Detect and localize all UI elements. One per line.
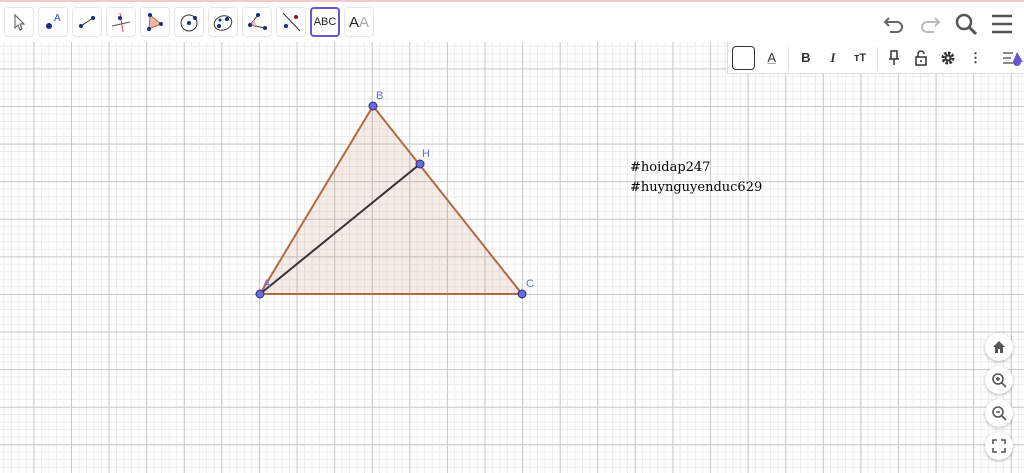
- cursor-icon: [14, 13, 26, 31]
- text-tool[interactable]: ABC: [310, 7, 340, 37]
- perpendicular-tool[interactable]: [106, 7, 136, 37]
- menu-icon[interactable]: [990, 13, 1014, 35]
- algebra-view-icon: [1003, 51, 1024, 66]
- point-a[interactable]: [255, 289, 265, 299]
- home-icon: [993, 341, 1005, 353]
- triangle-abc[interactable]: [258, 104, 525, 295]
- divider: [876, 46, 878, 69]
- toolbar-right: [882, 12, 1014, 36]
- reflect-icon: [282, 12, 301, 32]
- text-size-button[interactable]: тT: [849, 47, 870, 69]
- move-tool[interactable]: [4, 7, 34, 37]
- background-color-button[interactable]: [732, 45, 756, 70]
- segment-icon: [79, 16, 95, 28]
- text-huynguyenduc[interactable]: #huynguyenduc629: [630, 180, 762, 195]
- fullscreen-icon: [992, 439, 1006, 453]
- toolbar: A ABC AA: [0, 2, 1024, 42]
- label-h: H: [422, 148, 430, 160]
- segment-tool[interactable]: [72, 7, 102, 37]
- svg-text:A: A: [54, 13, 61, 24]
- pin-button[interactable]: [884, 47, 905, 69]
- circle-tool[interactable]: [174, 7, 204, 37]
- point-c[interactable]: [517, 289, 527, 299]
- zoom-in-icon: [992, 373, 1007, 388]
- point-b[interactable]: [368, 101, 378, 111]
- pin-icon: [889, 49, 900, 65]
- undo-icon[interactable]: [882, 13, 906, 35]
- aa-label-a: A: [348, 13, 359, 31]
- zoom-out-button[interactable]: [985, 399, 1013, 427]
- perpendicular-icon: [111, 12, 131, 33]
- more-button[interactable]: ⋮: [965, 47, 986, 69]
- text-size-tool[interactable]: AA: [344, 7, 374, 37]
- lock-button[interactable]: [911, 47, 932, 69]
- text-color-button[interactable]: A: [761, 47, 782, 69]
- point-icon: A: [46, 13, 61, 29]
- fullscreen-button[interactable]: [985, 432, 1013, 460]
- ellipse-icon: [213, 15, 233, 31]
- style-bar: A B I тT ⋮: [727, 42, 1024, 74]
- redo-icon[interactable]: [918, 13, 942, 35]
- unlock-icon: [915, 49, 927, 66]
- home-button[interactable]: [985, 333, 1013, 361]
- angle-tool[interactable]: [242, 7, 272, 37]
- point-h[interactable]: [415, 159, 425, 169]
- polygon-tool[interactable]: [140, 7, 170, 37]
- point-tool[interactable]: A: [38, 7, 68, 37]
- gear-icon: [941, 51, 955, 64]
- italic-button[interactable]: I: [822, 47, 843, 69]
- settings-button[interactable]: [938, 47, 959, 69]
- zoom-out-icon: [992, 406, 1007, 421]
- search-icon[interactable]: [954, 12, 978, 36]
- polygon-icon: [147, 13, 163, 31]
- label-b: B: [376, 90, 383, 102]
- conic-tool[interactable]: [208, 7, 238, 37]
- angle-icon: [248, 13, 267, 30]
- divider: [788, 46, 790, 69]
- aa-label-b: A: [359, 13, 370, 31]
- text-tool-label: ABC: [313, 16, 337, 28]
- circle-icon: [180, 14, 198, 32]
- toggle-stylebar-button[interactable]: [1002, 47, 1024, 69]
- label-a: A: [263, 278, 271, 290]
- bold-button[interactable]: B: [795, 47, 816, 69]
- label-c: C: [526, 278, 534, 290]
- zoom-in-button[interactable]: [985, 366, 1013, 394]
- reflect-tool[interactable]: [276, 7, 306, 37]
- text-hoidap[interactable]: #hoidap247: [630, 160, 710, 175]
